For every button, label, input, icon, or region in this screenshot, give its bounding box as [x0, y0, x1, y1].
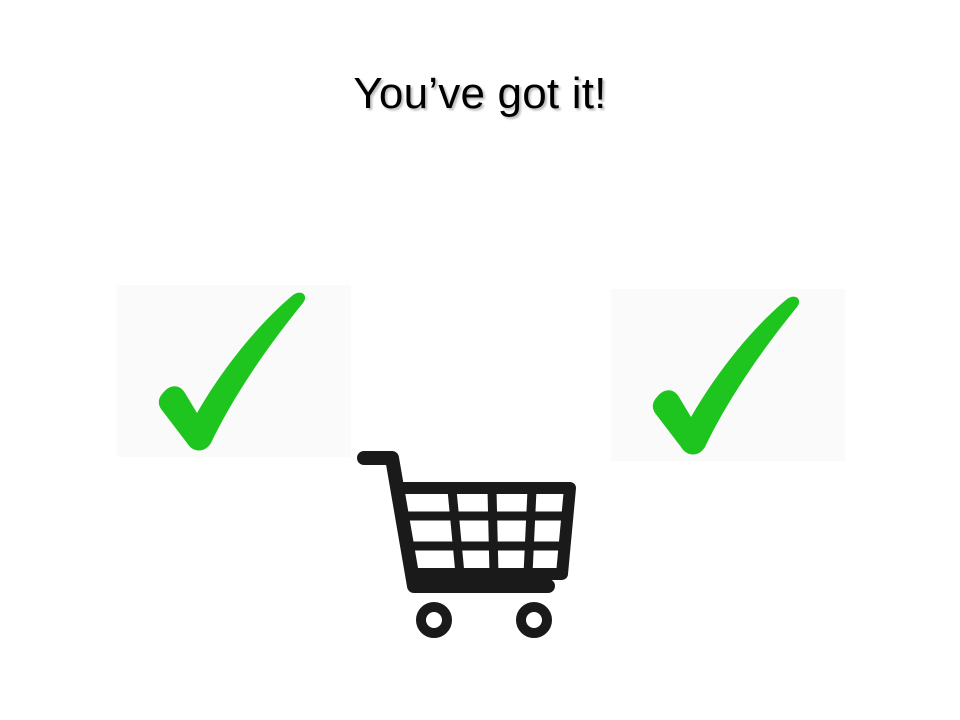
check-mark-icon	[117, 285, 351, 457]
slide: You’ve got it!	[0, 0, 960, 720]
slide-title: You’ve got it!	[353, 69, 607, 118]
check-mark-icon	[611, 289, 845, 461]
shopping-cart-icon	[352, 446, 580, 644]
